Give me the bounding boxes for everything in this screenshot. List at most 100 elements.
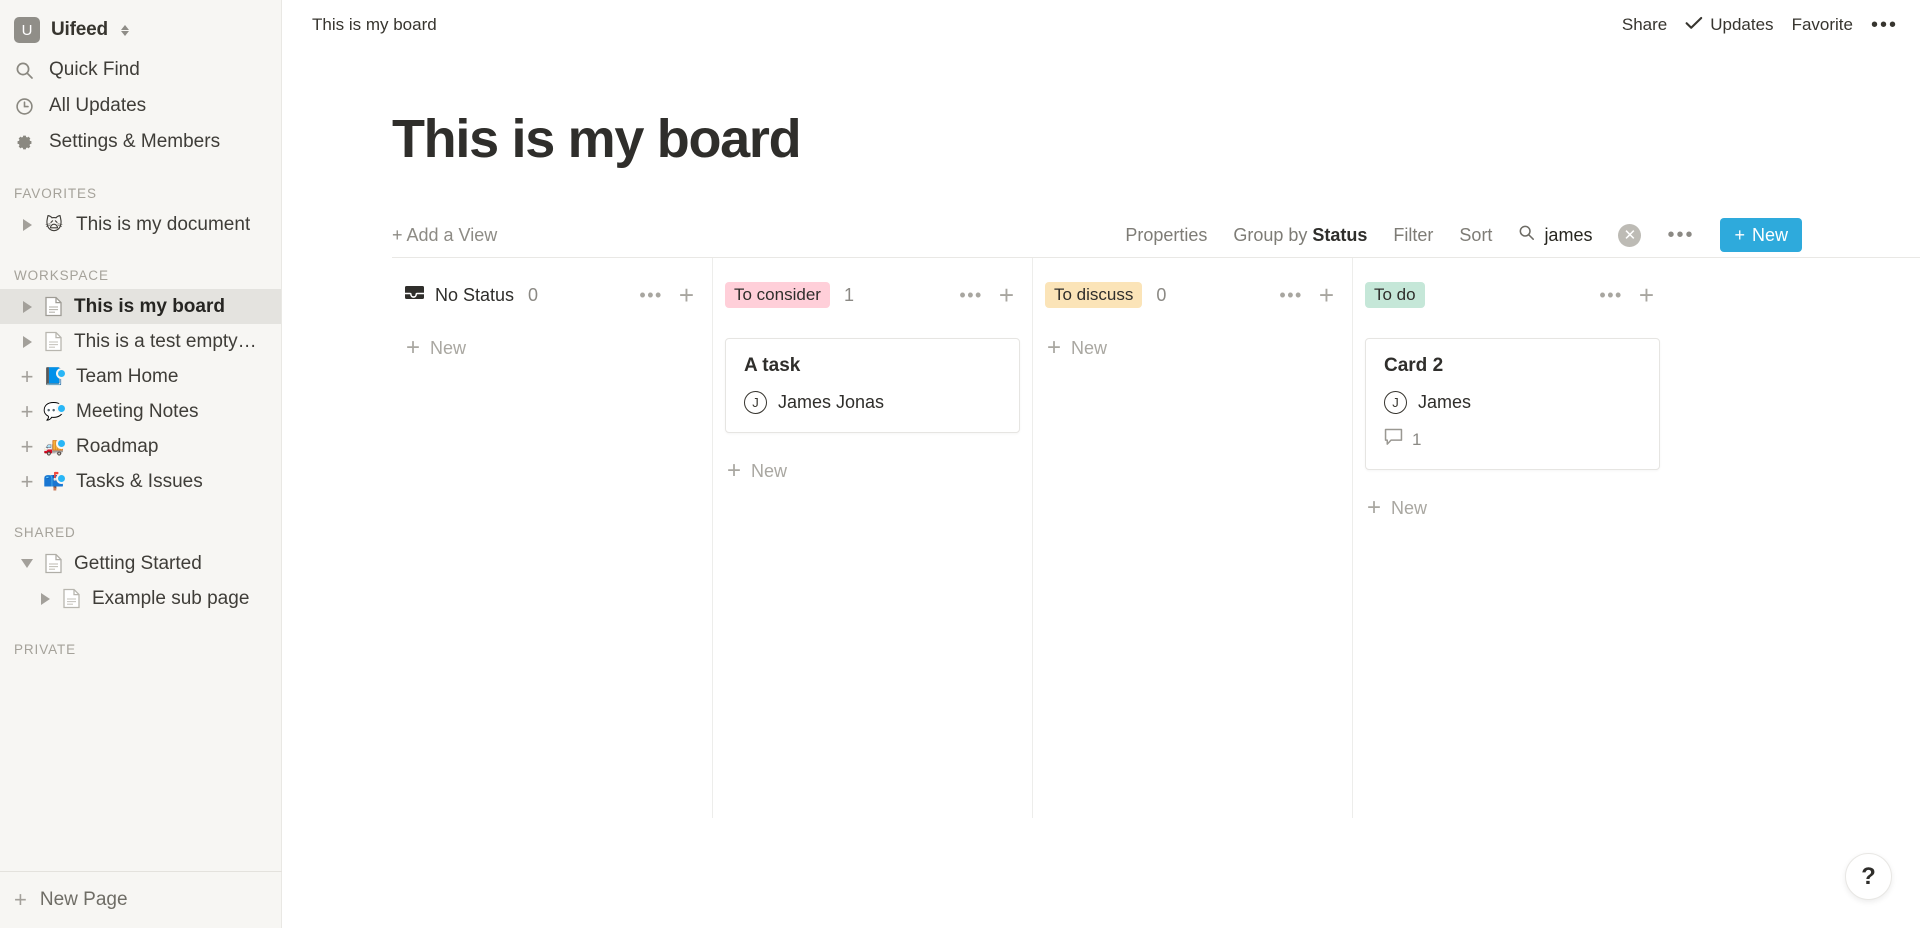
share-button[interactable]: Share — [1622, 15, 1667, 35]
more-options-button[interactable]: ••• — [1871, 15, 1898, 35]
board-card[interactable]: A task J James Jonas — [725, 338, 1020, 433]
column-header: To do ••• + — [1353, 280, 1672, 310]
new-item-button[interactable]: + New — [1720, 218, 1802, 252]
page-icon — [40, 331, 66, 352]
share-label: Share — [1621, 15, 1668, 34]
column-count: 0 — [528, 284, 539, 305]
avatar: J — [744, 391, 767, 414]
workspace-logo: U — [14, 17, 40, 43]
add-page-icon[interactable]: + — [14, 365, 40, 388]
truck-emoji-icon: 🚚 — [40, 437, 68, 457]
assignee-name: James — [1418, 392, 1472, 412]
column-actions: ••• + — [1279, 282, 1352, 308]
cat-emoji-icon: 🙀 — [45, 214, 63, 234]
add-view-button[interactable]: + Add a View — [392, 225, 497, 246]
gear-icon — [14, 132, 35, 153]
mailbox-emoji-icon: 📫 — [40, 472, 68, 492]
add-page-icon[interactable]: + — [14, 400, 40, 423]
search-input[interactable]: james — [1544, 225, 1592, 246]
group-by-value: Status — [1312, 224, 1368, 245]
sidebar-item-example-sub-page[interactable]: Example sub page — [0, 581, 281, 616]
column-actions: ••• + — [639, 282, 712, 308]
disclosure-triangle-icon[interactable] — [14, 300, 40, 313]
sidebar-item-this-is-a-test-empty[interactable]: This is a test empty… — [0, 324, 281, 359]
column-more-button[interactable]: ••• — [959, 286, 982, 304]
sidebar-item-label: Tasks & Issues — [76, 470, 203, 492]
sidebar-item-all-updates[interactable]: All Updates — [0, 88, 281, 124]
speech-bubble-emoji-icon: 💬 — [40, 402, 68, 422]
column-more-button[interactable]: ••• — [1599, 286, 1622, 304]
page-title[interactable]: This is my board — [364, 50, 1920, 170]
add-page-icon[interactable]: + — [14, 435, 40, 458]
help-button[interactable]: ? — [1845, 853, 1892, 900]
no-status-group[interactable]: No Status — [404, 283, 514, 307]
app-root: U Uifeed Quick Find All Updates Settings… — [0, 0, 1920, 928]
updates-label: Updates — [1710, 15, 1774, 34]
page-icon — [58, 588, 84, 609]
search-box[interactable]: james — [1518, 224, 1592, 246]
sidebar: U Uifeed Quick Find All Updates Settings… — [0, 0, 282, 928]
sidebar-item-label: All Updates — [49, 95, 147, 116]
plus-icon: + — [727, 457, 742, 484]
plus-icon: + — [14, 887, 27, 912]
add-page-icon[interactable]: + — [14, 470, 40, 493]
column-status-chip[interactable]: To discuss — [1045, 282, 1143, 308]
column-header: No Status 0 ••• + — [392, 280, 712, 310]
column-new-card-button[interactable]: + New — [1367, 496, 1672, 520]
updates-button[interactable]: Updates — [1685, 15, 1774, 35]
column-add-button[interactable]: + — [999, 282, 1014, 308]
properties-button[interactable]: Properties — [1125, 225, 1207, 246]
column-add-button[interactable]: + — [1639, 282, 1654, 308]
sidebar-item-this-is-my-board[interactable]: This is my board — [0, 289, 281, 324]
column-new-card-button[interactable]: + New — [727, 459, 1032, 483]
sidebar-item-label: Example sub page — [92, 587, 250, 609]
disclosure-triangle-icon[interactable] — [32, 592, 58, 605]
page-icon — [40, 553, 66, 574]
top-bar-actions: Share Updates Favorite ••• — [1622, 15, 1898, 35]
clear-search-button[interactable]: ✕ — [1618, 223, 1642, 247]
column-add-button[interactable]: + — [1319, 282, 1334, 308]
column-new-card-button[interactable]: + New — [406, 336, 712, 360]
sidebar-item-quick-find[interactable]: Quick Find — [0, 52, 281, 88]
sidebar-item-settings-members[interactable]: Settings & Members — [0, 124, 281, 160]
sidebar-item-label: Quick Find — [49, 59, 140, 80]
breadcrumb[interactable]: This is my board — [312, 15, 437, 35]
disclosure-triangle-icon[interactable] — [14, 335, 40, 348]
board-card[interactable]: Card 2 J James 1 — [1365, 338, 1660, 470]
sidebar-item-tasks-issues[interactable]: + 📫 Tasks & Issues — [0, 464, 281, 499]
workspace-switcher[interactable]: U Uifeed — [0, 8, 281, 52]
main-content: This is my board Share Updates Favorite … — [282, 0, 1920, 928]
plus-icon: + — [1367, 494, 1382, 521]
new-card-label: New — [1071, 337, 1108, 358]
sidebar-item-this-is-my-document[interactable]: 🙀 This is my document — [0, 207, 281, 242]
column-more-button[interactable]: ••• — [639, 286, 662, 304]
disclosure-triangle-icon[interactable] — [14, 218, 40, 231]
sidebar-item-label: This is my document — [76, 213, 251, 235]
sidebar-item-roadmap[interactable]: + 🚚 Roadmap — [0, 429, 281, 464]
view-more-button[interactable]: ••• — [1667, 225, 1694, 245]
column-more-button[interactable]: ••• — [1279, 286, 1302, 304]
inbox-icon — [404, 283, 425, 307]
new-page-button[interactable]: + New Page — [0, 872, 282, 928]
workspace-name: Uifeed — [51, 19, 108, 40]
disclosure-triangle-icon[interactable] — [14, 559, 40, 568]
favorite-button[interactable]: Favorite — [1792, 15, 1853, 35]
group-by-button[interactable]: Group by Status — [1233, 225, 1367, 246]
filter-button[interactable]: Filter — [1393, 225, 1433, 246]
new-card-label: New — [751, 460, 788, 481]
column-new-card-button[interactable]: + New — [1047, 336, 1352, 360]
new-page-label: New Page — [39, 889, 128, 910]
sidebar-item-meeting-notes[interactable]: + 💬 Meeting Notes — [0, 394, 281, 429]
sidebar-item-getting-started[interactable]: Getting Started — [0, 546, 281, 581]
column-status-chip[interactable]: To consider — [725, 282, 830, 308]
new-card-label: New — [1391, 497, 1428, 518]
sort-button[interactable]: Sort — [1459, 225, 1492, 246]
sidebar-item-label: This is a test empty… — [74, 330, 257, 352]
chevron-updown-icon — [120, 24, 129, 36]
avatar: J — [1384, 391, 1407, 414]
column-add-button[interactable]: + — [679, 282, 694, 308]
search-icon — [1518, 224, 1535, 246]
sidebar-item-team-home[interactable]: + 📘 Team Home — [0, 359, 281, 394]
column-header: To discuss 0 ••• + — [1033, 280, 1352, 310]
column-status-chip[interactable]: To do — [1365, 282, 1425, 308]
